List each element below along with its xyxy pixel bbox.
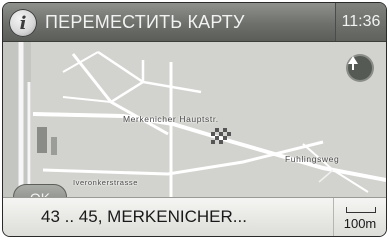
street-label-lower: Iveronkerstrasse bbox=[73, 178, 139, 187]
page-title: ПЕРЕМЕСТИТЬ КАРТУ bbox=[45, 12, 245, 32]
scale-bar-icon bbox=[346, 207, 376, 213]
info-icon-glyph: i bbox=[19, 12, 27, 34]
street-label-main: Merkenicher Hauptstr. bbox=[123, 114, 219, 124]
street-label-east: Fuhlingsweg bbox=[285, 154, 340, 164]
navigation-screen: i ПЕРЕМЕСТИТЬ КАРТУ 11:36 Merkenicher Ha… bbox=[2, 2, 387, 237]
current-location: 43 .. 45, MERKENICHER... bbox=[41, 207, 247, 226]
status-bar: 43 .. 45, MERKENICHER... 100m bbox=[3, 197, 386, 236]
title-bar: i ПЕРЕМЕСТИТЬ КАРТУ 11:36 bbox=[3, 3, 386, 42]
map-view[interactable]: Merkenicher Hauptstr. Fuhlingsweg Iveron… bbox=[3, 42, 386, 212]
clock: 11:36 bbox=[335, 3, 386, 41]
map-scale[interactable]: 100m bbox=[333, 198, 386, 236]
info-icon[interactable]: i bbox=[9, 9, 37, 37]
scale-label: 100m bbox=[343, 216, 377, 231]
compass-arrow-icon[interactable] bbox=[348, 56, 372, 80]
north-arrow-icon bbox=[348, 56, 358, 70]
